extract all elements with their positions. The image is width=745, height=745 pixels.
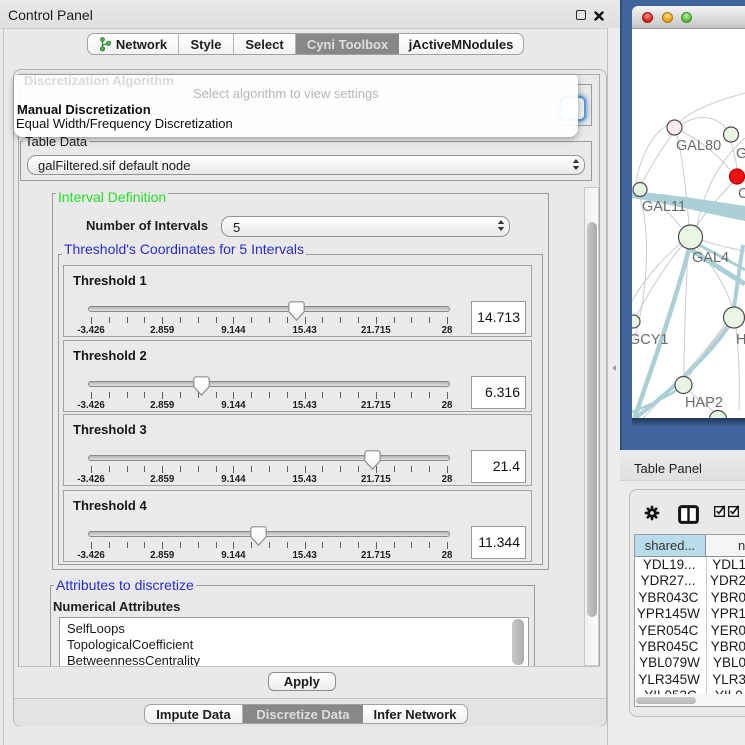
svg-text:GAL11: GAL11 <box>642 199 686 215</box>
svg-text:GAL4: GAL4 <box>692 250 729 266</box>
svg-text:HI: HI <box>736 332 745 348</box>
svg-text:HAP2: HAP2 <box>685 395 723 411</box>
svg-text:GAL80: GAL80 <box>676 138 721 154</box>
svg-text:GCY1: GCY1 <box>632 332 669 348</box>
svg-text:GA: GA <box>736 146 745 162</box>
svg-text:CY: CY <box>738 186 745 202</box>
